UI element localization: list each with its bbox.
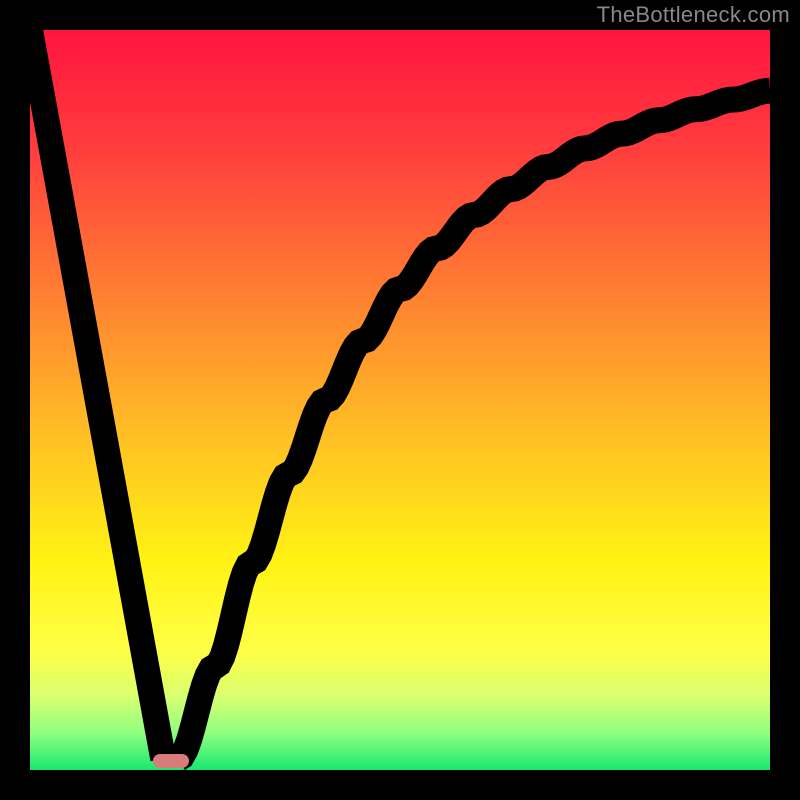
curve-left-branch: [30, 30, 163, 759]
marker-pill: [153, 754, 189, 768]
plot-area: [30, 30, 770, 770]
curve-layer: [30, 30, 770, 770]
watermark-text: TheBottleneck.com: [597, 2, 790, 28]
chart-container: TheBottleneck.com: [0, 0, 800, 800]
curve-right-branch: [178, 91, 770, 759]
